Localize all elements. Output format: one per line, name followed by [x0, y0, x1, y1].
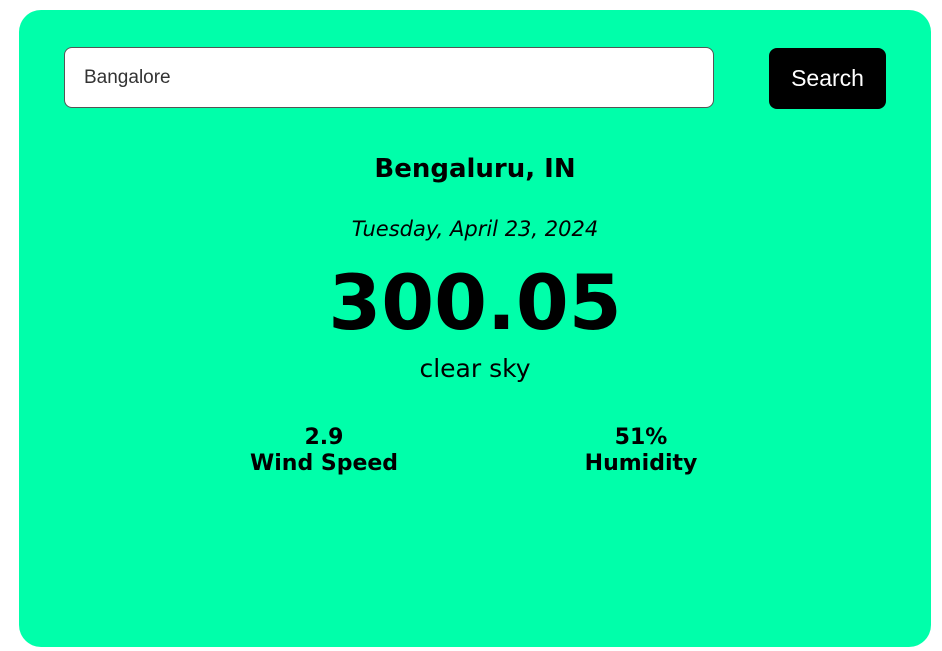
weather-card: Search Bengaluru, IN Tuesday, April 23, … [19, 10, 931, 647]
location-title: Bengaluru, IN [374, 154, 576, 184]
search-button[interactable]: Search [769, 48, 886, 109]
wind-speed-value: 2.9 [304, 425, 344, 450]
wind-speed-stat: 2.9 Wind Speed [204, 425, 444, 477]
humidity-stat: 51% Humidity [521, 425, 761, 477]
date-text: Tuesday, April 23, 2024 [351, 217, 599, 241]
search-input[interactable] [64, 47, 714, 108]
weather-description: clear sky [419, 354, 531, 383]
humidity-value: 51% [614, 425, 668, 450]
humidity-label: Humidity [584, 451, 698, 476]
temperature-value: 300.05 [328, 258, 622, 347]
wind-speed-label: Wind Speed [249, 451, 399, 476]
